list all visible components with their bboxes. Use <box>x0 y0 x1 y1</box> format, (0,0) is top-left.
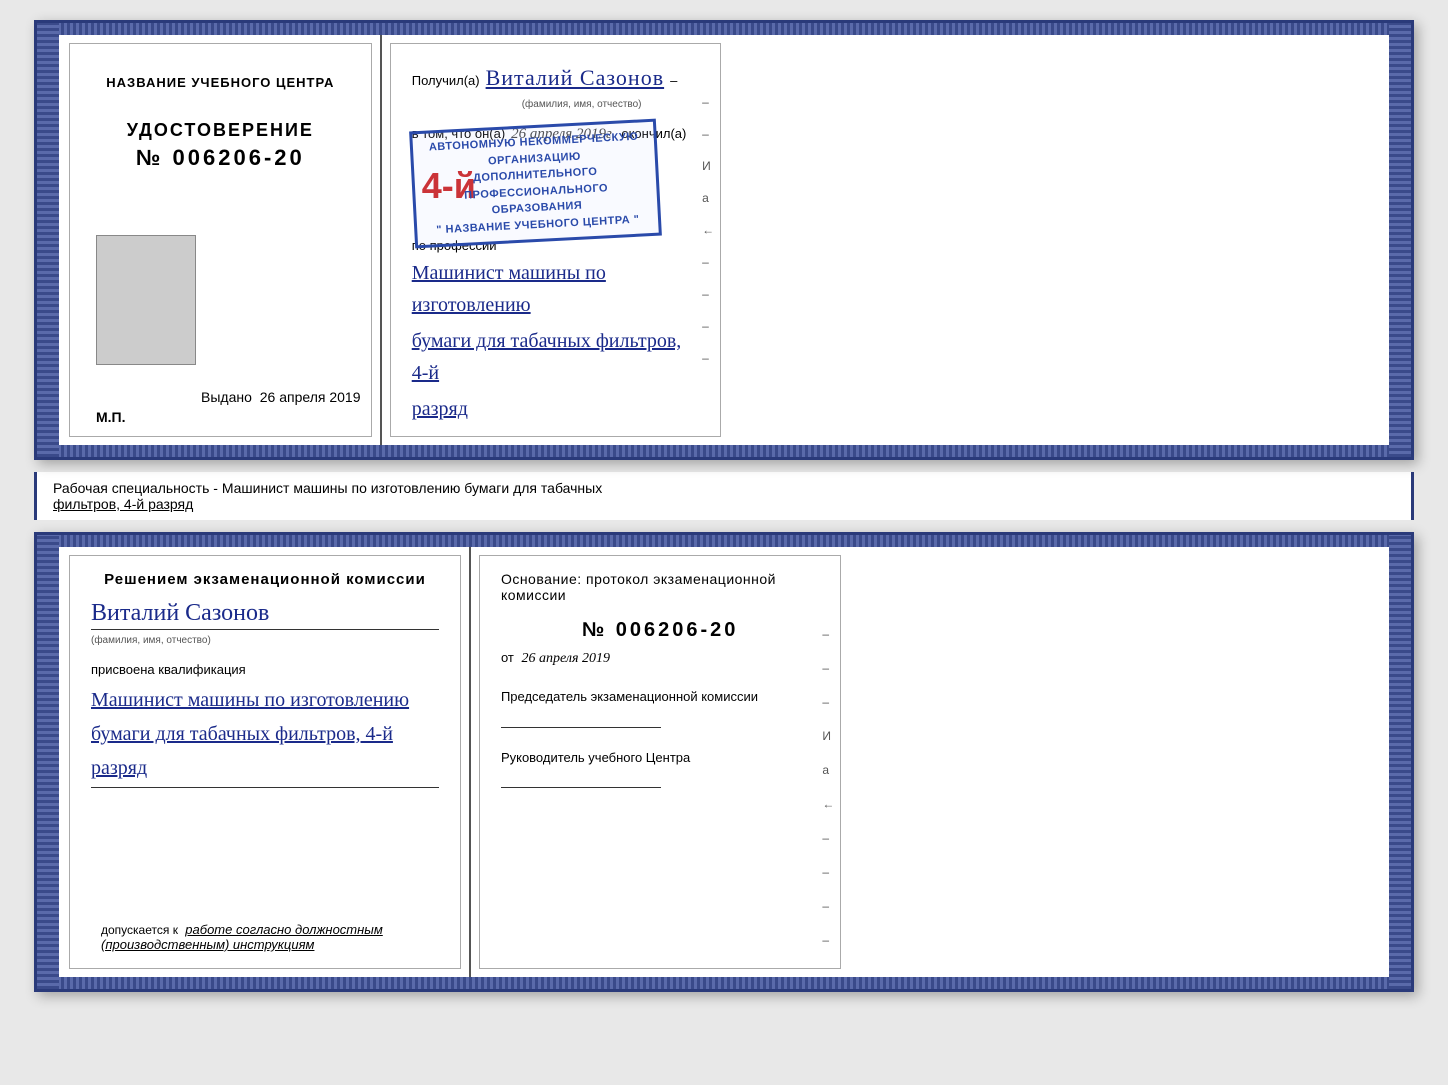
chairman-signature-line <box>501 727 661 728</box>
middle-label-text2: фильтров, 4-й разряд <box>53 496 193 512</box>
fio-caption-bottom: (фамилия, имя, отчество) <box>91 635 211 646</box>
recipient-name: Виталий Сазонов <box>486 65 664 91</box>
person-name-block: Виталий Сазонов (фамилия, имя, отчество) <box>91 600 439 648</box>
qual-hw3: разряд <box>91 751 439 785</box>
cert-bottom-right: Основание: протокол экзаменационной коми… <box>471 547 849 977</box>
head-signature-line <box>501 787 661 788</box>
middle-label-text: Рабочая специальность - Машинист машины … <box>53 480 602 512</box>
side-dashes-bottom: – – – И а ← – – – – <box>822 627 834 947</box>
prof-hw2: бумаги для табачных фильтров, 4-й <box>412 325 699 389</box>
name-underline <box>91 629 439 630</box>
qual-hw1: Машинист машины по изготовлению <box>91 683 439 717</box>
profession-label: по профессии Машинист машины по изготовл… <box>412 238 699 425</box>
issued-label: Выдано <box>201 389 252 405</box>
received-prefix: Получил(а) <box>412 73 480 88</box>
side-dashes-top: – – И а ← – – – – <box>702 95 714 365</box>
certificate-bottom: Решением экзаменационной комиссии Витали… <box>34 532 1414 992</box>
chairman-title: Председатель экзаменационной комиссии <box>501 687 819 707</box>
ot-line: от 26 апреля 2019 <box>501 650 819 667</box>
osnov-text: Основание: протокол экзаменационной коми… <box>501 571 819 603</box>
allowed-prefix: допускается к <box>101 923 178 937</box>
middle-label: Рабочая специальность - Машинист машины … <box>34 472 1414 520</box>
dash: – <box>670 73 677 88</box>
prof-hw1: Машинист машины по изготовлению <box>412 257 699 321</box>
chairman-block: Председатель экзаменационной комиссии <box>501 687 819 728</box>
qual-hw2: бумаги для табачных фильтров, 4-й <box>91 717 439 751</box>
issued-line: Выдано 26 апреля 2019 <box>201 389 361 405</box>
ot-date: 26 апреля 2019 <box>521 651 609 666</box>
resolution-title: Решением экзаменационной комиссии <box>91 571 439 588</box>
mp-label: М.П. <box>96 409 126 425</box>
recipient-line: Получил(а) Виталий Сазонов – <box>412 65 699 91</box>
cert-label: УДОСТОВЕРЕНИЕ <box>127 120 314 141</box>
name-caption-top: (фамилия, имя, отчество) <box>522 99 699 110</box>
training-center-title: НАЗВАНИЕ УЧЕБНОГО ЦЕНТРА <box>106 75 334 90</box>
allowed-line: допускается к работе согласно должностны… <box>101 922 469 952</box>
ot-prefix: от <box>501 650 514 665</box>
head-block: Руководитель учебного Центра <box>501 748 819 789</box>
cert-bottom-left: Решением экзаменационной комиссии Витали… <box>61 547 471 977</box>
stamp-area: 4-й АВТОНОМНУЮ НЕКОММЕРЧЕСКУЮ ОРГАНИЗАЦИ… <box>412 155 699 170</box>
cert-number: № 006206-20 <box>136 145 305 171</box>
cert-right-panel: Получил(а) Виталий Сазонов – (фамилия, и… <box>382 35 729 445</box>
stamp-box: АВТОНОМНУЮ НЕКОММЕРЧЕСКУЮ ОРГАНИЗАЦИЮ ДО… <box>409 119 662 249</box>
assigned-text: присвоена квалификация <box>91 662 439 677</box>
head-title: Руководитель учебного Центра <box>501 748 819 768</box>
certificate-top: НАЗВАНИЕ УЧЕБНОГО ЦЕНТРА УДОСТОВЕРЕНИЕ №… <box>34 20 1414 460</box>
cert-left-panel: НАЗВАНИЕ УЧЕБНОГО ЦЕНТРА УДОСТОВЕРЕНИЕ №… <box>61 35 382 445</box>
person-name-hw: Виталий Сазонов <box>91 600 439 627</box>
issued-date: 26 апреля 2019 <box>260 389 361 405</box>
photo-placeholder <box>96 235 196 365</box>
protocol-number: № 006206-20 <box>501 619 819 642</box>
prof-hw3: разряд <box>412 393 699 425</box>
